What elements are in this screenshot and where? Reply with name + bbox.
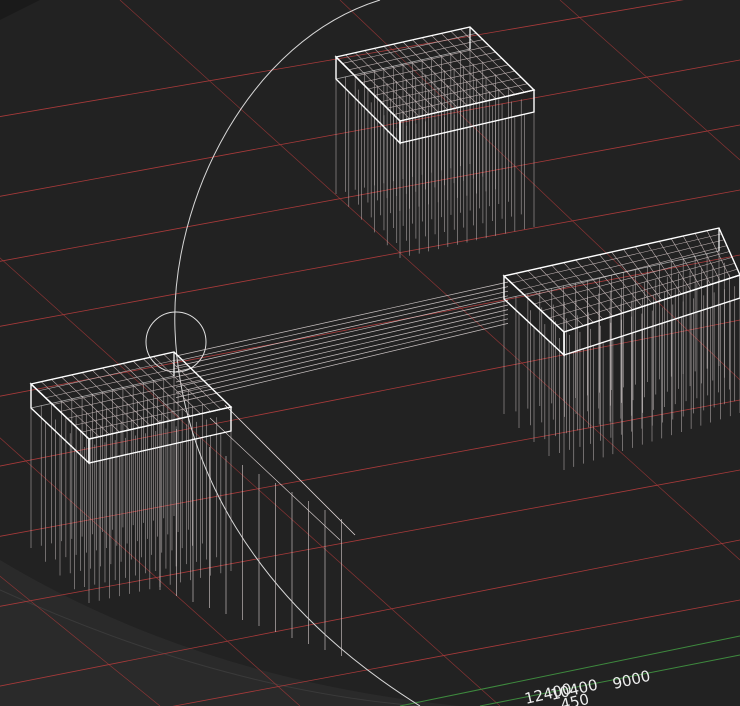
beam-line bbox=[175, 286, 509, 362]
ground-plane-shade bbox=[0, 560, 460, 706]
beam-line bbox=[224, 404, 356, 536]
dimension-labels: 12400 10400 9000 450 bbox=[523, 667, 652, 706]
beam-line bbox=[209, 417, 341, 541]
3d-model-viewport[interactable]: 12400 10400 9000 450 bbox=[0, 0, 740, 706]
beam-line bbox=[175, 300, 509, 378]
pile-caps[interactable] bbox=[29, 26, 740, 465]
grid-line bbox=[559, 0, 740, 161]
grid-line bbox=[0, 124, 740, 262]
pile-group bbox=[335, 49, 535, 258]
tie-beams[interactable] bbox=[159, 281, 509, 656]
corner-shade bbox=[0, 0, 40, 20]
pile-groups bbox=[30, 49, 740, 603]
pile-cap-right[interactable] bbox=[502, 227, 740, 357]
beam-line bbox=[175, 304, 509, 383]
beam-line bbox=[175, 295, 509, 372]
grid-line bbox=[0, 0, 684, 117]
cap-top-face bbox=[502, 227, 740, 333]
grid-line bbox=[119, 0, 740, 561]
dim-label-9000: 9000 bbox=[611, 667, 652, 693]
cap-grid-line bbox=[556, 268, 738, 326]
wireframe-scene[interactable]: 12400 10400 9000 450 bbox=[0, 0, 740, 706]
beam-line bbox=[175, 323, 509, 404]
ground-grid bbox=[0, 0, 740, 706]
grid-line bbox=[0, 189, 740, 327]
beam-line bbox=[175, 290, 509, 367]
beam-line bbox=[175, 281, 509, 357]
